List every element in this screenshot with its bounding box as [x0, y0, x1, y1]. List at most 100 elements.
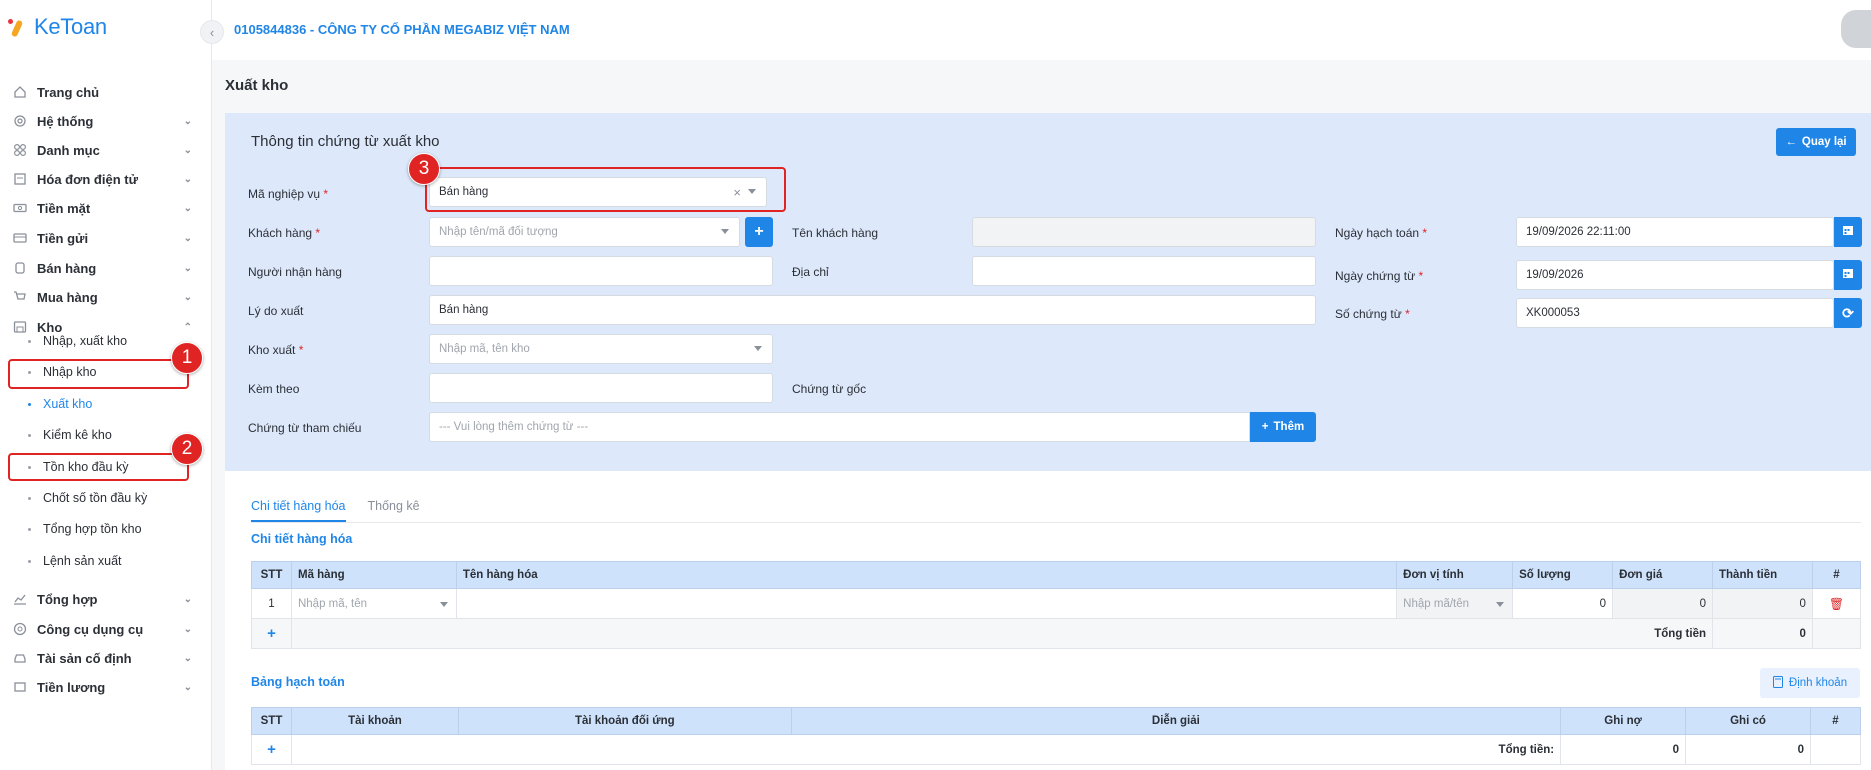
logo-text: KeToan — [34, 14, 107, 39]
col-header-don-gia: Đơn giá — [1612, 561, 1713, 589]
plus-icon: + — [1261, 421, 1269, 433]
sidebar-item-danh-muc[interactable]: Danh mục ⌄ — [12, 136, 192, 164]
sidebar-subitem-lenh-san-xuat[interactable]: Lệnh sản xuất — [28, 549, 122, 573]
avatar[interactable] — [1841, 10, 1871, 48]
accounting-table: STT Tài khoản Tài khoản đối ứng Diễn giả… — [251, 707, 1862, 765]
annotation-badge-3: 3 — [408, 153, 440, 185]
so-luong-input[interactable]: 0 — [1512, 588, 1614, 619]
sidebar-item-label: Tổng hợp — [37, 591, 98, 607]
chevron-down-icon: ⌄ — [183, 681, 192, 693]
bullet-icon — [28, 527, 31, 531]
car-icon — [12, 650, 28, 666]
goods-total-row: + Tổng tiền 0 — [251, 618, 1862, 649]
sidebar-item-he-thong[interactable]: Hệ thống ⌄ — [12, 107, 192, 135]
sidebar-item-mua-hang[interactable]: Mua hàng ⌄ — [12, 283, 192, 311]
add-row-button[interactable]: + — [251, 734, 292, 765]
caret-down-icon — [439, 602, 448, 607]
chevron-down-icon: ⌄ — [183, 262, 192, 274]
ma-nghiep-vu-label: Mã nghiệp vụ * — [248, 187, 329, 201]
sidebar-item-tai-san[interactable]: Tài sản cố định ⌄ — [12, 644, 192, 672]
kho-xuat-select[interactable]: Nhập mã, tên kho — [429, 334, 773, 364]
ly-do-xuat-field[interactable]: Bán hàng — [429, 295, 1316, 325]
sidebar-subitem-xuat-kho[interactable]: Xuất kho — [28, 392, 92, 416]
sidebar-item-tong-hop[interactable]: Tổng hợp ⌄ — [12, 585, 192, 613]
col-header-action: # — [1811, 561, 1862, 589]
col-header-stt: STT — [251, 707, 292, 735]
chevron-down-icon: ⌄ — [183, 115, 192, 127]
page-title: Xuất kho — [225, 77, 289, 94]
ten-hang-hoa-cell[interactable] — [455, 588, 1398, 619]
ngay-chung-tu-field[interactable]: 19/09/2026 — [1516, 260, 1834, 290]
invoice-icon — [12, 171, 28, 187]
so-chung-tu-field[interactable]: XK000053 — [1516, 298, 1834, 328]
chevron-down-icon: ⌄ — [183, 652, 192, 664]
goods-section-title: Chi tiết hàng hóa — [251, 532, 353, 546]
sidebar-item-tien-gui[interactable]: Tiền gửi ⌄ — [12, 224, 192, 252]
kem-theo-field[interactable] — [429, 373, 773, 403]
col-header-stt: STT — [251, 561, 292, 589]
bullet-icon — [28, 339, 31, 343]
ma-hang-select[interactable]: Nhập mã, tên — [290, 588, 457, 619]
company-name[interactable]: 0105844836 - CÔNG TY CỔ PHẦN MEGABIZ VIỆ… — [234, 22, 570, 37]
add-reference-button[interactable]: + Thêm — [1250, 412, 1316, 442]
bank-icon — [12, 230, 28, 246]
chevron-down-icon: ⌄ — [183, 202, 192, 214]
sidebar-subitem-nhap-xuat-kho[interactable]: Nhập, xuất kho — [28, 329, 127, 353]
sidebar-item-cong-cu[interactable]: Công cụ dụng cụ ⌄ — [12, 615, 192, 643]
add-row-button[interactable]: + — [251, 618, 292, 649]
add-customer-button[interactable]: + — [745, 217, 773, 247]
calendar-button[interactable] — [1834, 217, 1862, 247]
back-button[interactable]: ← Quay lại — [1776, 128, 1856, 156]
don-vi-tinh-select[interactable]: Nhập mã/tên — [1396, 588, 1514, 619]
sidebar-subitem-tong-hop-ton-kho[interactable]: Tổng hợp tồn kho — [28, 517, 142, 541]
col-header-ghi-co: Ghi có — [1685, 707, 1811, 735]
cart-icon — [12, 289, 28, 305]
dia-chi-label: Địa chỉ — [792, 265, 829, 279]
empty-cell — [1809, 734, 1862, 765]
goods-table: STT Mã hàng Tên hàng hóa Đơn vị tính Số … — [251, 561, 1862, 649]
app-logo[interactable]: KeToan — [8, 14, 107, 40]
tab-thong-ke[interactable]: Thống kê — [368, 499, 420, 522]
caret-down-icon — [1496, 602, 1505, 607]
sidebar-item-trang-chu[interactable]: Trang chủ — [12, 78, 192, 106]
ten-khach-hang-field — [972, 217, 1316, 247]
sidebar-item-ban-hang[interactable]: Bán hàng ⌄ — [12, 254, 192, 282]
sidebar-subitem-kiem-ke-kho[interactable]: Kiểm kê kho — [28, 423, 112, 447]
back-button-label: Quay lại — [1801, 136, 1847, 148]
calendar-icon — [1842, 266, 1854, 284]
bullet-icon — [28, 496, 31, 500]
chung-tu-tham-chieu-field[interactable]: --- Vui lòng thêm chứng từ --- — [429, 412, 1250, 442]
dia-chi-field[interactable] — [972, 256, 1316, 286]
tab-chi-tiet-hang-hoa[interactable]: Chi tiết hàng hóa — [251, 499, 346, 522]
col-header-so-luong: Số lượng — [1512, 561, 1614, 589]
highlight-box-kho — [8, 359, 189, 389]
arrow-left-icon: ← — [1785, 136, 1797, 148]
don-gia-input[interactable]: 0 — [1612, 588, 1713, 619]
tools-icon — [12, 621, 28, 637]
dinh-khoan-button[interactable]: Định khoản — [1760, 668, 1860, 698]
top-bar: 0105844836 - CÔNG TY CỔ PHẦN MEGABIZ VIỆ… — [212, 0, 1871, 60]
delete-row-button[interactable]: 🗑 — [1811, 588, 1862, 619]
khach-hang-placeholder: Nhập tên/mã đối tượng — [439, 226, 558, 238]
ngay-hach-toan-field[interactable]: 19/09/2026 22:11:00 — [1516, 217, 1834, 247]
col-header-tai-khoan-doi-ung: Tài khoản đối ứng — [457, 707, 792, 735]
sidebar-subitem-label: Tổng hợp tồn kho — [43, 522, 142, 536]
calendar-button[interactable] — [1834, 260, 1862, 290]
kem-theo-label: Kèm theo — [248, 382, 300, 396]
khach-hang-select[interactable]: Nhập tên/mã đối tượng — [429, 217, 740, 247]
sidebar-subitem-chot-so-ton[interactable]: Chốt số tồn đầu kỳ — [28, 486, 147, 510]
sidebar-item-label: Hóa đơn điện tử — [37, 171, 138, 187]
col-header-ghi-no: Ghi nợ — [1560, 707, 1687, 735]
sidebar-item-tien-luong[interactable]: Tiền lương ⌄ — [12, 673, 192, 701]
sidebar-collapse-button[interactable]: ‹ — [200, 20, 224, 44]
sidebar-subitem-label: Kiểm kê kho — [43, 428, 112, 442]
sidebar-item-hoa-don[interactable]: Hóa đơn điện tử ⌄ — [12, 165, 192, 193]
sidebar-item-tien-mat[interactable]: Tiền mặt ⌄ — [12, 194, 192, 222]
highlight-box-xuat-kho — [8, 453, 189, 481]
ngay-chung-tu-label: Ngày chứng từ * — [1335, 269, 1424, 283]
refresh-number-button[interactable]: ⟳ — [1834, 298, 1862, 328]
nguoi-nhan-hang-field[interactable] — [429, 256, 773, 286]
ghi-no-total: 0 — [1560, 734, 1687, 765]
ma-hang-placeholder: Nhập mã, tên — [297, 597, 368, 610]
bullet-icon — [28, 433, 31, 437]
